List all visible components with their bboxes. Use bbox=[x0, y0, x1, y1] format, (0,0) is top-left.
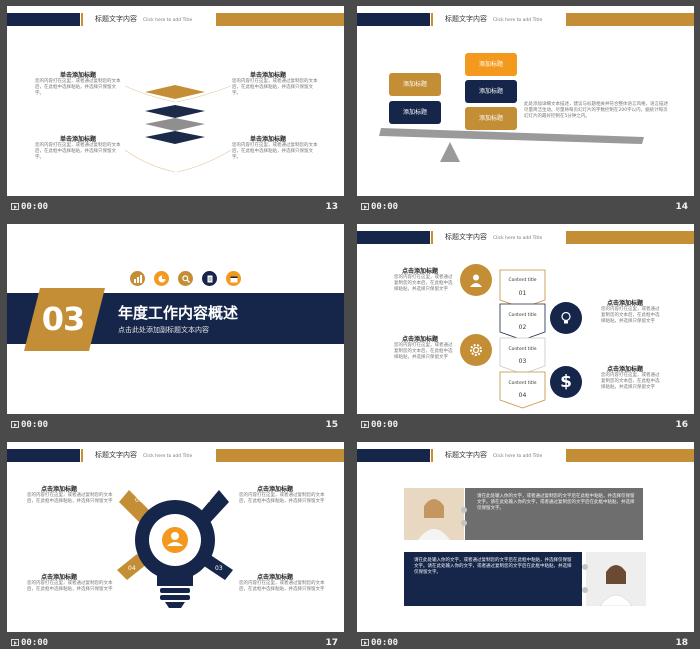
title-box[interactable]: 添加标题 bbox=[465, 53, 517, 76]
slide-status-bar: 00:00 16 bbox=[357, 414, 694, 436]
slide-timer: 00:00 bbox=[11, 638, 48, 648]
connector-dot bbox=[582, 587, 588, 593]
slide-timer: 00:00 bbox=[11, 202, 48, 212]
step-label: Content title bbox=[508, 347, 537, 352]
petal-number: 01 bbox=[135, 497, 143, 504]
step-number: 03 bbox=[518, 358, 527, 365]
body-text: 请在此处输入你的文字，或者通过复制您的文字后在此框中粘贴，并选择仅保留文字。请在… bbox=[414, 558, 572, 575]
layers-diagram bbox=[124, 85, 232, 173]
slide-timer: 00:00 bbox=[361, 420, 398, 430]
play-icon bbox=[11, 203, 19, 210]
body-text: 此处添加详细文本描述，建议与标题相关并符合整体语言风格，语言描述尽量简洁生动。尽… bbox=[524, 102, 668, 119]
slide-timer: 00:00 bbox=[361, 638, 398, 648]
slide-status-bar: 00:00 17 bbox=[7, 632, 344, 649]
slide-status-bar: 00:00 14 bbox=[357, 196, 694, 218]
woman-photo bbox=[586, 552, 646, 606]
play-icon bbox=[361, 421, 369, 428]
slide-status-bar: 00:00 13 bbox=[7, 196, 344, 218]
slide-timer: 00:00 bbox=[361, 202, 398, 212]
slide-canvas: 标题文字内容 Click here to add Title 单击添加标题 您的内… bbox=[7, 6, 344, 196]
header-gold-bar bbox=[566, 449, 694, 462]
title-box[interactable]: 添加标题 bbox=[389, 101, 441, 124]
slide-canvas: 标题文字内容 Click here to add Title 点击添加标题 您的内… bbox=[7, 442, 344, 632]
connector-dot bbox=[582, 564, 588, 570]
header-title: 标题文字内容 Click here to add Title bbox=[445, 451, 543, 459]
section-title: 年度工作内容概述 bbox=[118, 304, 239, 322]
body-text: 请在此处输入你的文字，或者通过复制您的文字后在此框中粘贴，并选择仅保留文字。请在… bbox=[477, 494, 635, 511]
slide-number: 18 bbox=[675, 638, 688, 648]
play-icon bbox=[361, 203, 369, 210]
step-number: 04 bbox=[518, 392, 527, 399]
slide-canvas: 标题文字内容 Click here to add Title 点击添加标题 您的内… bbox=[357, 224, 694, 414]
slide-number: 17 bbox=[325, 638, 338, 648]
woman-photo bbox=[404, 488, 464, 540]
petal-number: 03 bbox=[215, 565, 223, 572]
title-box[interactable]: 添加标题 bbox=[465, 80, 517, 103]
section-number: 03 bbox=[41, 300, 86, 338]
header-navy-bar bbox=[357, 449, 433, 462]
slide-status-bar: 00:00 15 bbox=[7, 414, 344, 436]
slide-number: 13 bbox=[325, 202, 338, 212]
title-box[interactable]: 添加标题 bbox=[465, 107, 517, 130]
play-icon bbox=[11, 639, 19, 646]
slide-timer: 00:00 bbox=[11, 420, 48, 430]
slide-number: 14 bbox=[675, 202, 688, 212]
petal-number: 02 bbox=[203, 497, 211, 504]
step-label: Content title bbox=[508, 313, 537, 318]
title-box[interactable]: 添加标题 bbox=[389, 73, 441, 96]
step-number: 02 bbox=[518, 324, 527, 331]
slide-status-bar: 00:00 18 bbox=[357, 632, 694, 649]
play-icon bbox=[361, 639, 369, 646]
petal-number: 04 bbox=[128, 565, 136, 572]
lightbulb-diagram bbox=[117, 490, 233, 608]
connector-dot bbox=[461, 507, 467, 513]
connector-dot bbox=[461, 520, 467, 526]
slide-number: 16 bbox=[675, 420, 688, 430]
step-label: Content title bbox=[508, 278, 537, 283]
slide-canvas: 03 年度工作内容概述 点击此处添加副标题文本内容 bbox=[7, 224, 344, 414]
slide-number: 15 bbox=[325, 420, 338, 430]
slide-canvas: 标题文字内容 Click here to add Title 添加标题 添加标题 … bbox=[357, 6, 694, 196]
slide-canvas: 标题文字内容 Click here to add Title 请在此处输入你的文字… bbox=[357, 442, 694, 632]
play-icon bbox=[11, 421, 19, 428]
step-number: 01 bbox=[518, 290, 527, 297]
step-label: Content title bbox=[508, 381, 537, 386]
section-subtitle: 点击此处添加副标题文本内容 bbox=[118, 326, 209, 334]
